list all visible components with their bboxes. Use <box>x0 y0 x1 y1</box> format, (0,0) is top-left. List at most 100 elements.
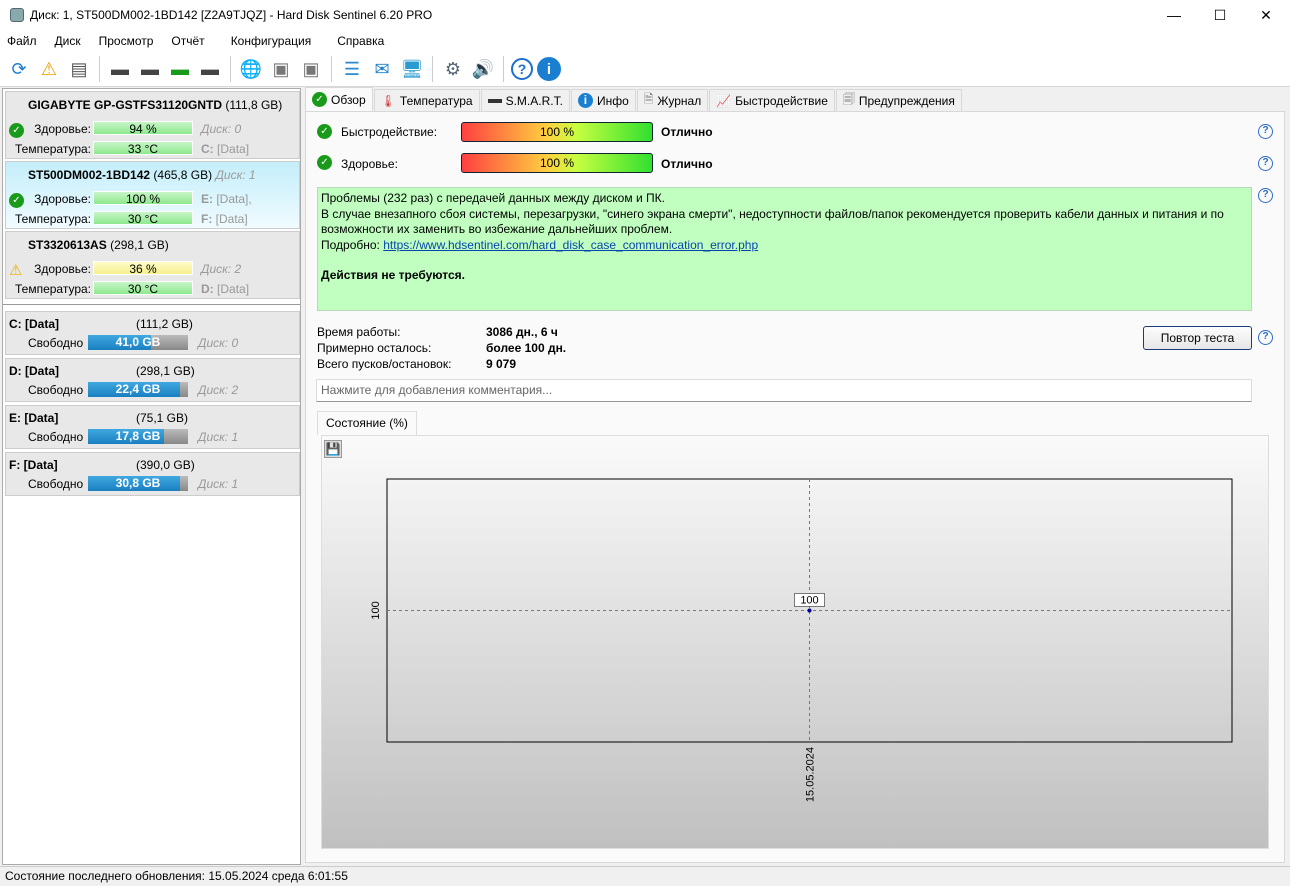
tab-label: Журнал <box>657 93 702 108</box>
health-label: Здоровье: <box>34 192 91 206</box>
disk-test-ok-icon[interactable]: ▬ <box>167 56 193 82</box>
check-icon: ✓ <box>9 123 24 138</box>
close-button[interactable]: ✕ <box>1243 0 1289 30</box>
free-label: Свободно <box>28 383 84 397</box>
free-label: Свободно <box>28 430 84 444</box>
maximize-button[interactable]: ☐ <box>1197 0 1243 30</box>
partition-item[interactable]: D: [Data] (298,1 GB) Свободно 22,4 GB Ди… <box>5 358 300 402</box>
health-rating: Отлично <box>661 157 713 171</box>
menu-report[interactable]: Отчёт <box>164 34 215 48</box>
menu-file[interactable]: Файл <box>0 34 48 48</box>
drive-letter: F: <box>201 212 213 226</box>
disk-size: (465,8 GB) <box>153 168 213 182</box>
disk-item[interactable]: GIGABYTE GP-GSTFS31120GNTD (111,8 GB) ✓ … <box>5 91 300 159</box>
help-icon[interactable]: ? <box>1258 124 1273 139</box>
temp-label: Температура: <box>14 142 91 156</box>
disk-item[interactable]: ST3320613AS (298,1 GB) ⚠ Здоровье: 36 % … <box>5 231 300 299</box>
help-icon[interactable]: ? <box>511 58 533 80</box>
help-icon[interactable]: ? <box>1258 330 1273 345</box>
tab-info[interactable]: i Инфо <box>570 89 636 111</box>
menu-help[interactable]: Справка <box>330 34 395 48</box>
tab-temperature[interactable]: 🌡 Температура <box>373 89 480 111</box>
disk-icon <box>487 98 502 103</box>
performance-rating: Отлично <box>661 125 713 139</box>
thermometer-icon: 🌡 <box>380 93 396 108</box>
retest-button[interactable]: Повтор теста <box>1143 326 1252 350</box>
tab-health-chart[interactable]: Состояние (%) <box>317 411 417 435</box>
menu-config[interactable]: Конфигурация <box>224 34 323 48</box>
disk-name: GIGABYTE GP-GSTFS31120GNTD <box>28 98 223 112</box>
disk-info-icon[interactable]: ▤ <box>66 56 92 82</box>
partition-item[interactable]: C: [Data] (111,2 GB) Свободно 41,0 GB Ди… <box>5 311 300 355</box>
warning-icon: ⚠ <box>9 262 23 279</box>
tab-overview[interactable]: ✓ Обзор <box>305 87 373 111</box>
disk-search-icon[interactable]: ▬ <box>197 56 223 82</box>
menu-bar: Файл Диск Просмотр Отчёт Конфигурация Сп… <box>0 30 1290 52</box>
tab-log[interactable]: 🗎 Журнал <box>636 89 709 111</box>
help-icon[interactable]: ? <box>1258 188 1273 203</box>
partition-item[interactable]: E: [Data] (75,1 GB) Свободно 17,8 GB Дис… <box>5 405 300 449</box>
minimize-button[interactable]: — <box>1151 0 1197 30</box>
toolbar-separator <box>432 56 433 82</box>
sound-icon[interactable]: 🔊 <box>470 56 496 82</box>
drive-label: [Data] <box>217 282 250 296</box>
tab-label: Температура <box>399 93 473 108</box>
menu-view[interactable]: Просмотр <box>92 34 165 48</box>
disk-item-selected[interactable]: ST500DM002-1BD142 (465,8 GB) Диск: 1 ✓ З… <box>5 161 300 229</box>
settings-icon[interactable]: ⚙ <box>440 56 466 82</box>
free-space-value: 22,4 GB <box>115 382 161 396</box>
window-title: Диск: 1, ST500DM002-1BD142 [Z2A9TJQZ] - … <box>30 8 433 22</box>
network-disk-icon[interactable]: 🌐 <box>238 56 264 82</box>
health-bar: 100 % <box>461 153 653 173</box>
free-space-bar: 41,0 GB <box>88 335 188 350</box>
temp-bar: 33 °C <box>93 141 193 156</box>
tab-bar: ✓ Обзор 🌡 Температура S.M.A.R.T. i Инфо 🗎 Жу… <box>305 87 963 111</box>
tab-performance[interactable]: 📈 Быстродействие <box>709 89 835 111</box>
report-icon[interactable]: ☰ <box>339 56 365 82</box>
free-space-value: 30,8 GB <box>115 476 161 490</box>
free-label: Свободно <box>28 336 84 350</box>
comment-input[interactable]: Нажмите для добавления комментария... <box>316 379 1252 402</box>
x-tick-label: 15.05.2024 <box>805 747 817 802</box>
disk-number: Диск: 0 <box>198 336 239 350</box>
disk-schedule-icon[interactable]: ▬ <box>137 56 163 82</box>
partition-item[interactable]: F: [Data] (390,0 GB) Свободно 30,8 GB Ди… <box>5 452 300 496</box>
partition-name: E: [Data] <box>9 411 59 425</box>
remaining-value: более 100 дн. <box>486 341 567 355</box>
temp-bar: 30 °C <box>93 281 193 296</box>
health-label: Здоровье: <box>34 122 91 136</box>
toolbar-separator <box>99 56 100 82</box>
menu-disk[interactable]: Диск <box>48 34 92 48</box>
info-icon[interactable]: i <box>537 57 561 81</box>
info-line: В случае внезапного сбоя системы, переза… <box>321 206 1224 237</box>
starts-value: 9 079 <box>486 357 517 371</box>
help-icon[interactable]: ? <box>1258 156 1273 171</box>
disk-drive-icon[interactable]: ▣ <box>298 56 324 82</box>
uptime-value: 3086 дн., 6 ч <box>486 325 558 339</box>
refresh-warning-icon[interactable]: ⚠ <box>36 56 62 82</box>
external-disk-icon[interactable]: ▣ <box>268 56 294 82</box>
tab-label: Быстродействие <box>735 93 828 108</box>
details-link[interactable]: https://www.hdsentinel.com/hard_disk_cas… <box>383 238 758 252</box>
partition-size: (111,2 GB) <box>136 317 193 331</box>
disk-sound-icon[interactable]: ▬ <box>107 56 133 82</box>
disk-number: Диск: 1 <box>198 477 239 491</box>
tab-warnings[interactable]: 🗐 Предупреждения <box>835 89 962 111</box>
disk-name: ST3320613AS <box>28 238 107 252</box>
tab-smart[interactable]: S.M.A.R.T. <box>480 89 570 111</box>
disk-panel: GIGABYTE GP-GSTFS31120GNTD (111,8 GB) ✓ … <box>2 88 301 865</box>
drive-label: [Data], <box>216 192 252 206</box>
disk-number: Диск: 1 <box>198 430 239 444</box>
graph-icon: 📈 <box>716 93 732 108</box>
toolbar-separator <box>230 56 231 82</box>
details-label: Подробно: <box>321 237 380 252</box>
refresh-icon[interactable]: ⟳ <box>6 56 32 82</box>
check-icon: ✓ <box>312 92 327 107</box>
email-icon[interactable]: ✉ <box>369 56 395 82</box>
toolbar: ⟳ ⚠ ▤ ▬ ▬ ▬ ▬ 🌐 ▣ ▣ ☰ ✉ 🖥 ⚙ 🔊 ? i <box>0 52 1290 87</box>
check-icon: ✓ <box>9 193 24 208</box>
y-tick-label: 100 <box>370 601 382 619</box>
action-text: Действия не требуются. <box>321 268 465 282</box>
web-monitor-icon[interactable]: 🖥 <box>399 56 425 82</box>
toolbar-separator <box>331 56 332 82</box>
